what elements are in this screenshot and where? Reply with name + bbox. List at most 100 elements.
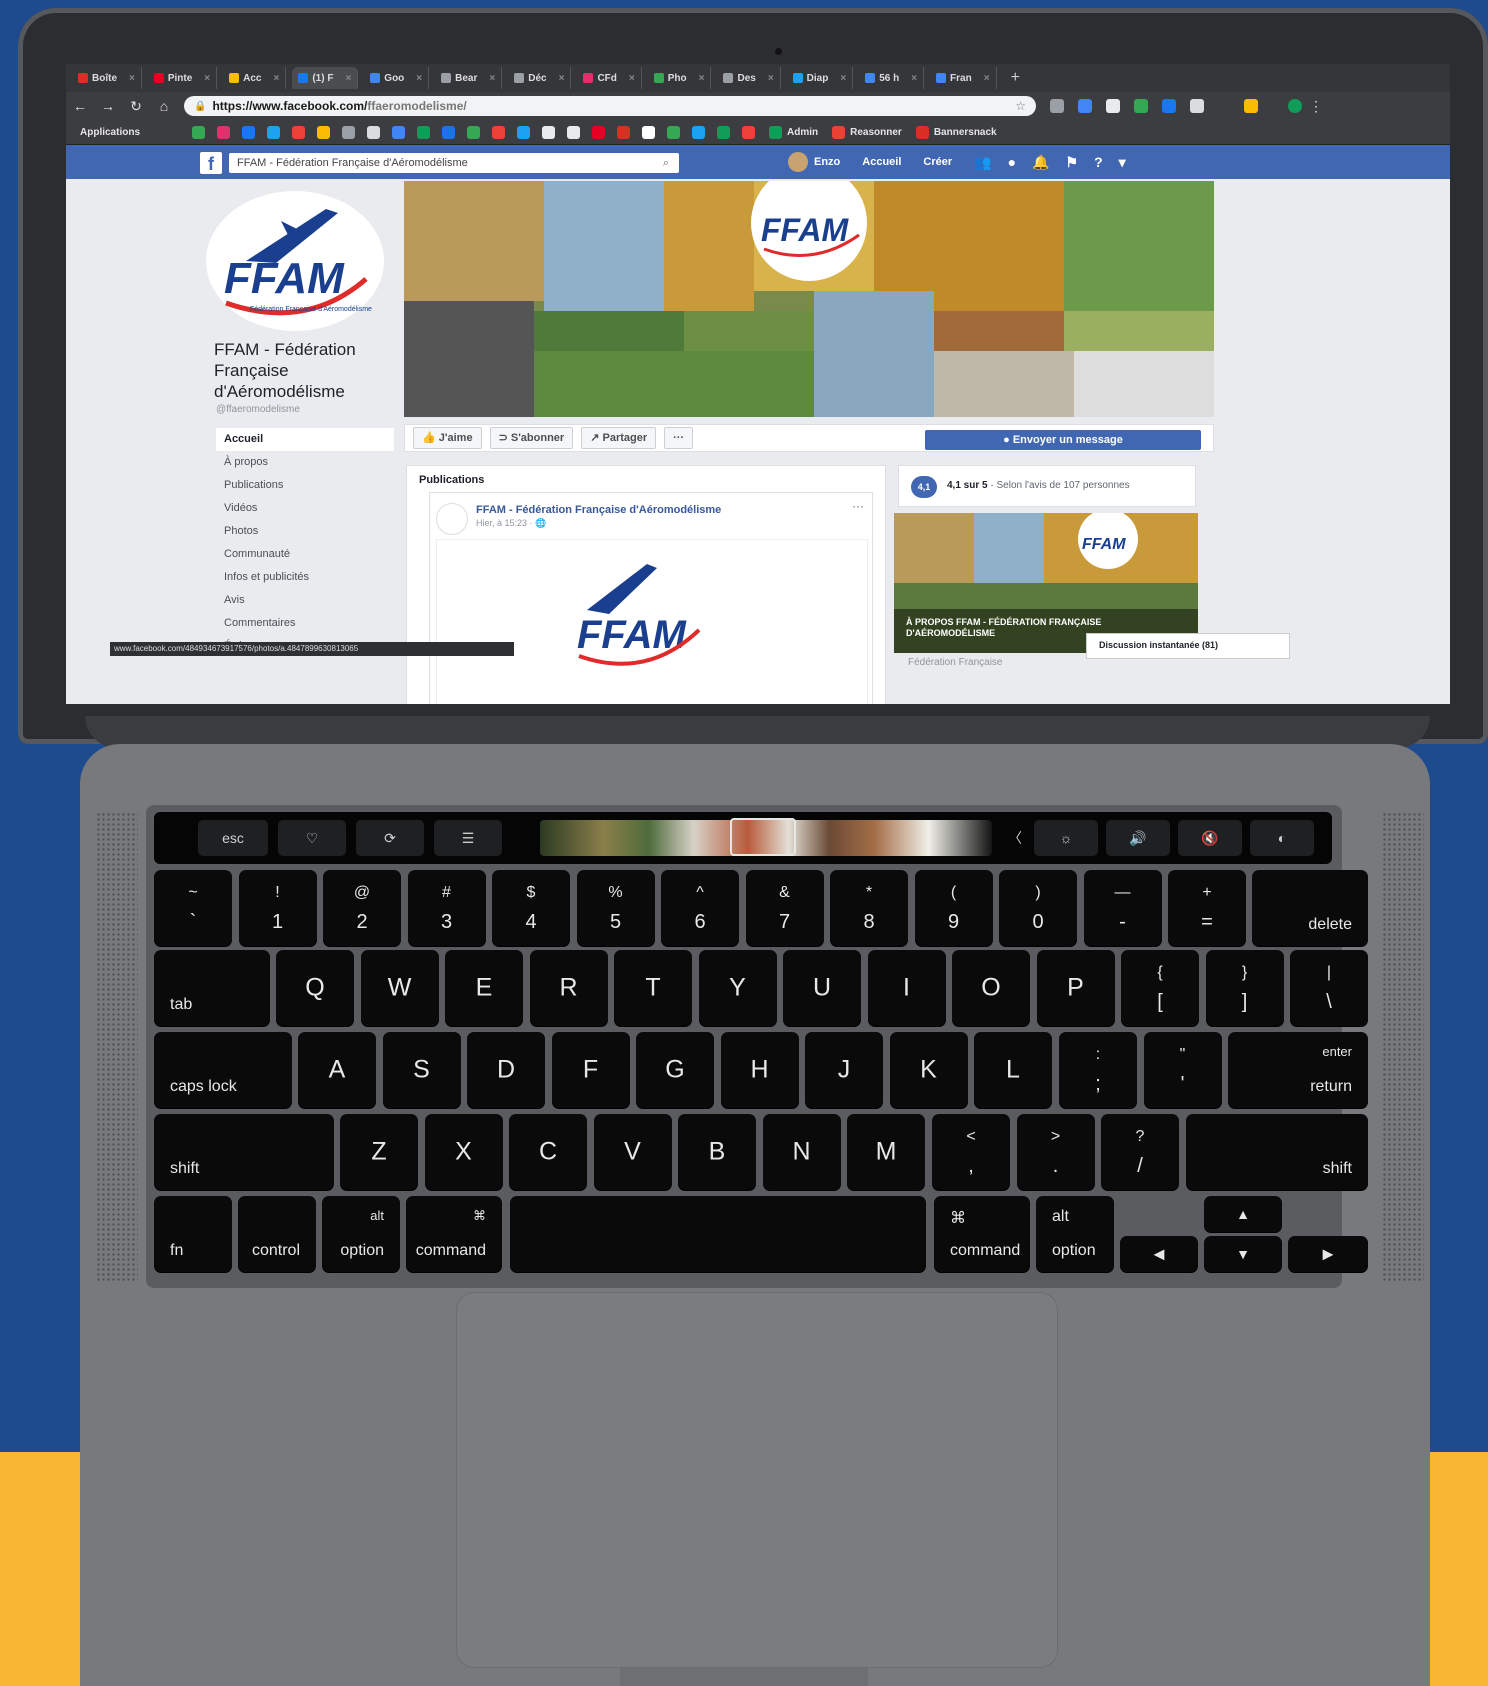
space-bar[interactable] <box>510 1196 926 1272</box>
key-d[interactable]: D <box>467 1032 545 1108</box>
close-icon[interactable]: × <box>559 73 565 84</box>
post-avatar[interactable] <box>436 503 468 535</box>
arrow-down-key[interactable]: ▼ <box>1204 1236 1282 1272</box>
cover-photo[interactable]: FFAM <box>404 181 1214 417</box>
extension-icon[interactable] <box>1134 99 1148 113</box>
bookmark-icon[interactable] <box>367 125 381 139</box>
close-icon[interactable]: × <box>345 73 351 84</box>
side-nav-item[interactable]: Communauté <box>216 543 394 566</box>
key-2[interactable]: @2 <box>323 870 401 946</box>
bookmark-icon[interactable] <box>392 125 406 139</box>
key-c[interactable]: C <box>509 1114 587 1190</box>
key-f[interactable]: F <box>551 1032 630 1108</box>
chevron-left-icon[interactable]: 〈 <box>1002 820 1028 856</box>
help-icon[interactable]: ? <box>1094 154 1103 171</box>
bookmark-icon[interactable] <box>667 125 681 139</box>
bookmark-icon[interactable] <box>342 125 356 139</box>
key-punct[interactable]: :; <box>1059 1032 1137 1108</box>
nav-create[interactable]: Créer <box>923 156 952 168</box>
bookmark-icon[interactable] <box>467 125 481 139</box>
arrow-right-key[interactable]: ▶ <box>1288 1236 1368 1272</box>
forward-icon[interactable]: → <box>94 98 122 114</box>
page-icon[interactable]: ⚑ <box>1066 154 1079 171</box>
browser-menu-icon[interactable]: ⋮ <box>1302 98 1330 115</box>
browser-tab[interactable]: Pinte × <box>148 67 218 89</box>
caps-lock-key[interactable]: caps lock <box>154 1032 292 1108</box>
key-0[interactable]: ) 0 <box>999 870 1077 946</box>
browser-tab[interactable]: Acc × <box>223 67 287 89</box>
bookmark-icon[interactable] <box>217 125 231 139</box>
key-x[interactable]: X <box>424 1114 503 1190</box>
command-right-key[interactable]: ⌘ command <box>934 1196 1030 1272</box>
option-left-key[interactable]: alt option <box>322 1196 400 1272</box>
key-w[interactable]: W <box>360 950 439 1026</box>
key-p[interactable]: P <box>1036 950 1115 1026</box>
key-r[interactable]: R <box>529 950 608 1026</box>
extension-icon[interactable] <box>1078 99 1092 113</box>
key-a[interactable]: A <box>298 1032 376 1108</box>
touchbar-photo-strip[interactable] <box>540 818 992 856</box>
page-profile-picture[interactable]: FFAM Fédération Française d'Aéromodélism… <box>206 191 384 331</box>
friends-icon[interactable]: 👥 <box>974 154 991 171</box>
key-9[interactable]: (9 <box>914 870 993 946</box>
bookmark-icon[interactable] <box>267 125 281 139</box>
brightness-icon[interactable]: ☼ <box>1034 820 1098 856</box>
key-bracket[interactable]: }] <box>1205 950 1284 1026</box>
post-more-icon[interactable]: ··· <box>852 499 864 513</box>
key-z[interactable]: Z <box>340 1114 418 1190</box>
bookmark-icon[interactable] <box>192 125 206 139</box>
browser-tab[interactable]: Fran × <box>930 67 997 89</box>
close-icon[interactable]: × <box>489 73 495 84</box>
key-4[interactable]: $4 <box>492 870 570 946</box>
bookmark-icon[interactable] <box>292 125 306 139</box>
bookmark-icon[interactable] <box>717 125 731 139</box>
bookmark-icon[interactable] <box>692 125 706 139</box>
extension-icon[interactable] <box>1106 99 1120 113</box>
adjust-icon[interactable]: ☰ <box>434 820 502 856</box>
follow-button[interactable]: ⊃ S'abonner <box>489 427 574 449</box>
siri-icon[interactable]: ◐ <box>1250 820 1314 856</box>
option-right-key[interactable]: alt option <box>1036 1196 1114 1272</box>
key-l[interactable]: L <box>974 1032 1052 1108</box>
key-punct[interactable]: " ' <box>1143 1032 1222 1108</box>
close-icon[interactable]: × <box>911 73 917 84</box>
key-e[interactable]: E <box>445 950 523 1026</box>
shift-left-key[interactable]: shift <box>154 1114 334 1190</box>
bookmark-icon[interactable] <box>242 125 256 139</box>
fn-key[interactable]: fn <box>154 1196 232 1272</box>
browser-tab[interactable]: (1) F × <box>292 67 359 89</box>
browser-tab[interactable]: 56 h × <box>859 67 925 89</box>
key-k[interactable]: K <box>889 1032 968 1108</box>
close-icon[interactable]: × <box>204 73 210 84</box>
more-button[interactable]: ··· <box>664 427 694 449</box>
notifications-icon[interactable]: 🔔 <box>1032 154 1049 171</box>
close-icon[interactable]: × <box>274 73 280 84</box>
key-6[interactable]: ^ 6 <box>661 870 739 946</box>
post-date[interactable]: Hier, à 15:23 · 🌐 <box>476 518 546 529</box>
bookmark-icon[interactable] <box>617 125 631 139</box>
key-punct[interactable]: >. <box>1016 1114 1095 1190</box>
side-nav-item[interactable]: Accueil <box>216 428 394 451</box>
bookmark-icon[interactable] <box>642 125 656 139</box>
share-button[interactable]: ↗ Partager <box>581 427 657 449</box>
bookmark-icon[interactable] <box>742 125 756 139</box>
bookmark-applications[interactable]: Applications <box>80 127 140 138</box>
bookmark-icon[interactable] <box>317 125 331 139</box>
close-icon[interactable]: × <box>629 73 635 84</box>
key-m[interactable]: M <box>847 1114 925 1190</box>
key-=[interactable]: + = <box>1168 870 1246 946</box>
about-card[interactable]: FFAM À PROPOS FFAM - FÉDÉRATION FRANÇAIS… <box>894 513 1198 653</box>
key-o[interactable]: O <box>952 950 1030 1026</box>
key-h[interactable]: H <box>720 1032 799 1108</box>
bookmark-icon[interactable] <box>567 125 581 139</box>
browser-tab[interactable]: Boîte × <box>72 67 142 89</box>
close-icon[interactable]: × <box>984 73 990 84</box>
extension-icon[interactable] <box>1244 99 1258 113</box>
volume-icon[interactable]: 🔊 <box>1106 820 1170 856</box>
bookmark-icon[interactable] <box>492 125 506 139</box>
chat-bar[interactable]: Discussion instantanée (81) <box>1086 633 1290 659</box>
rotate-icon[interactable]: ⟳ <box>356 820 424 856</box>
browser-tab[interactable]: CFd × <box>577 67 642 89</box>
key-v[interactable]: V <box>593 1114 672 1190</box>
close-icon[interactable]: × <box>416 73 422 84</box>
